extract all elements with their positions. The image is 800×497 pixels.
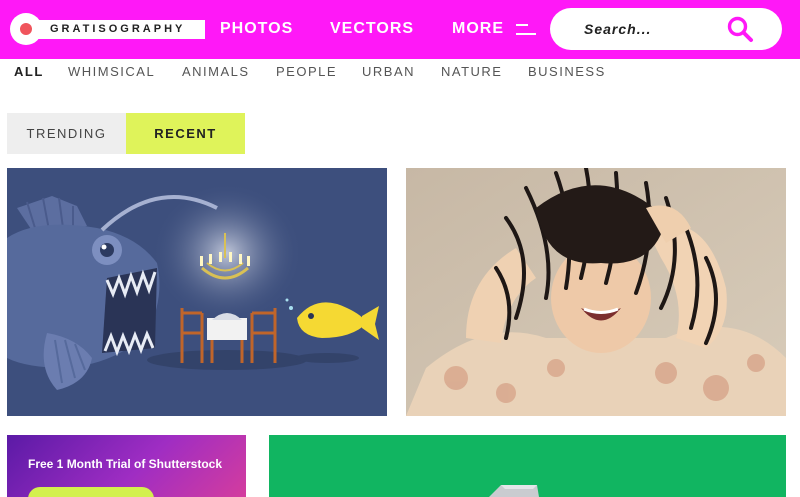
nav-photos[interactable]: PHOTOS [220, 20, 293, 38]
category-all[interactable]: ALL [14, 64, 44, 79]
site-header: GRATISOGRAPHY PHOTOS VECTORS MORE [0, 0, 800, 59]
photo-tile-woman-hair[interactable] [406, 168, 786, 416]
promo-banner[interactable]: Free 1 Month Trial of Shutterstock [7, 435, 246, 497]
search-input[interactable] [584, 19, 734, 39]
green-tile-art [269, 435, 786, 497]
tab-recent-label: RECENT [154, 126, 217, 141]
photo-tile-anglerfish[interactable] [7, 168, 387, 416]
menu-icon[interactable] [516, 24, 536, 36]
category-urban[interactable]: URBAN [362, 64, 415, 79]
category-people[interactable]: PEOPLE [276, 64, 337, 79]
photo-tile-green[interactable] [269, 435, 786, 497]
category-nature[interactable]: NATURE [441, 64, 502, 79]
category-whimsical[interactable]: WHIMSICAL [68, 64, 155, 79]
tab-trending[interactable]: TRENDING [7, 113, 126, 154]
anglerfish-illustration [7, 168, 387, 416]
logo-dot [20, 23, 32, 35]
site-logo[interactable]: GRATISOGRAPHY [10, 13, 205, 45]
logo-wordmark: GRATISOGRAPHY [50, 23, 186, 35]
promo-text: Free 1 Month Trial of Shutterstock [28, 457, 223, 471]
woman-hair-photo [406, 168, 786, 416]
promo-button[interactable] [28, 487, 154, 497]
nav-vectors[interactable]: VECTORS [330, 20, 414, 38]
search-box [550, 8, 782, 50]
tab-trending-label: TRENDING [26, 126, 107, 141]
category-business[interactable]: BUSINESS [528, 64, 606, 79]
category-nav: ALL WHIMSICAL ANIMALS PEOPLE URBAN NATUR… [0, 64, 800, 82]
tab-recent[interactable]: RECENT [126, 113, 245, 154]
nav-more[interactable]: MORE [452, 20, 504, 38]
search-icon[interactable] [726, 15, 754, 43]
category-animals[interactable]: ANIMALS [182, 64, 250, 79]
